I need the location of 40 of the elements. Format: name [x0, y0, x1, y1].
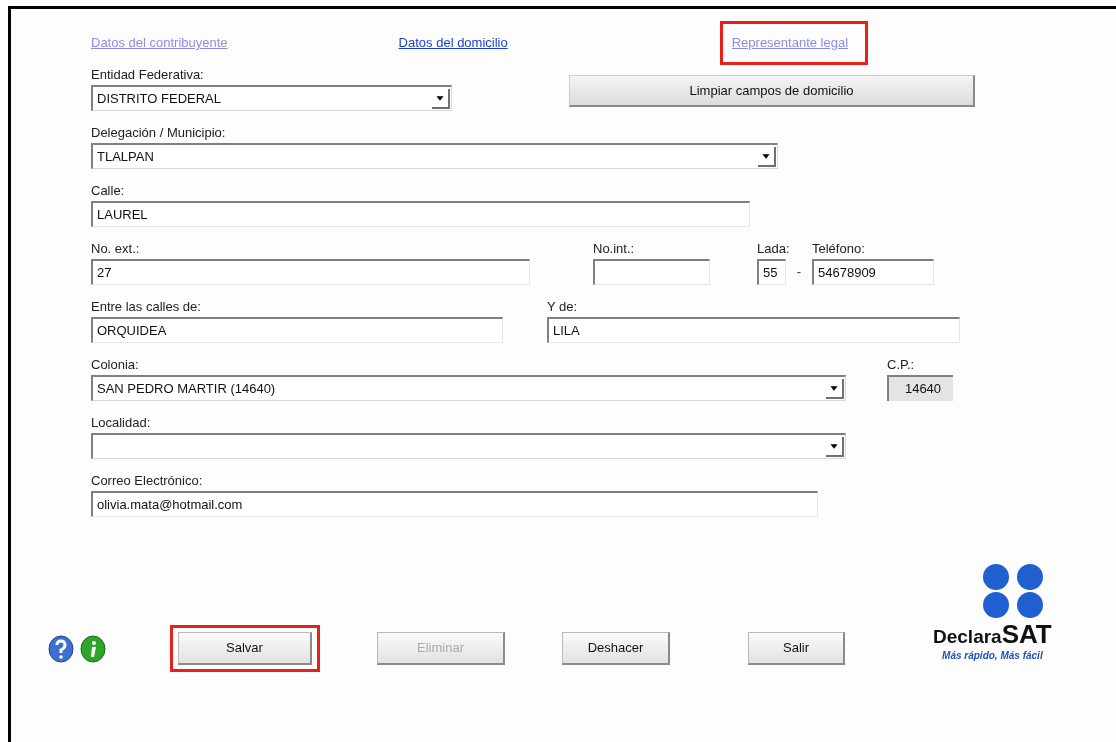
tab-link[interactable]: Datos del domicilio — [398, 35, 508, 51]
field-label: Delegación / Municipio: — [91, 124, 226, 142]
input-field[interactable]: 54678909 — [812, 259, 934, 285]
field-label: No. ext.: — [91, 240, 140, 258]
field-label: No.int.: — [593, 240, 635, 258]
field-label: Calle: — [91, 182, 125, 200]
input-field[interactable]: LILA — [547, 317, 960, 343]
input-field: 14640 — [887, 375, 953, 401]
caret-icon — [826, 378, 844, 399]
field-label: Y de: — [547, 298, 578, 316]
separator: - — [795, 263, 803, 282]
input-field[interactable] — [593, 259, 710, 285]
caret-icon — [826, 436, 844, 457]
action-button[interactable]: Deshacer — [562, 632, 670, 665]
logo-wordmark: DeclaraSAT — [933, 621, 1052, 647]
info-icon[interactable] — [80, 635, 106, 663]
input-field[interactable]: 55 — [757, 259, 786, 285]
dropdown[interactable] — [91, 433, 846, 459]
input-field[interactable]: ORQUIDEA — [91, 317, 503, 343]
dropdown[interactable]: DISTRITO FEDERAL — [91, 85, 452, 111]
input-field[interactable]: 27 — [91, 259, 530, 285]
input-field[interactable]: LAUREL — [91, 201, 750, 227]
dropdown[interactable]: TLALPAN — [91, 143, 778, 169]
field-label: Teléfono: — [812, 240, 865, 258]
action-button[interactable]: Salvar — [178, 632, 312, 665]
field-label: C.P.: — [887, 356, 915, 374]
help-icon[interactable] — [48, 635, 74, 663]
clear-fields-button[interactable]: Limpiar campos de domicilio — [569, 75, 975, 107]
field-label: Colonia: — [91, 356, 139, 374]
field-label: Correo Electrónico: — [91, 472, 203, 490]
field-label: Entre las calles de: — [91, 298, 201, 316]
field-label: Localidad: — [91, 414, 151, 432]
field-label: Lada: — [757, 240, 790, 258]
dropdown[interactable]: SAN PEDRO MARTIR (14640) — [91, 375, 846, 401]
input-field[interactable]: olivia.mata@hotmail.com — [91, 491, 818, 517]
caret-icon — [432, 88, 450, 109]
field-label: Entidad Federativa: — [91, 66, 204, 84]
caret-icon — [758, 146, 776, 167]
action-button[interactable]: Salir — [748, 632, 845, 665]
logo-tagline: Más rápido, Más fácil — [942, 649, 1043, 663]
